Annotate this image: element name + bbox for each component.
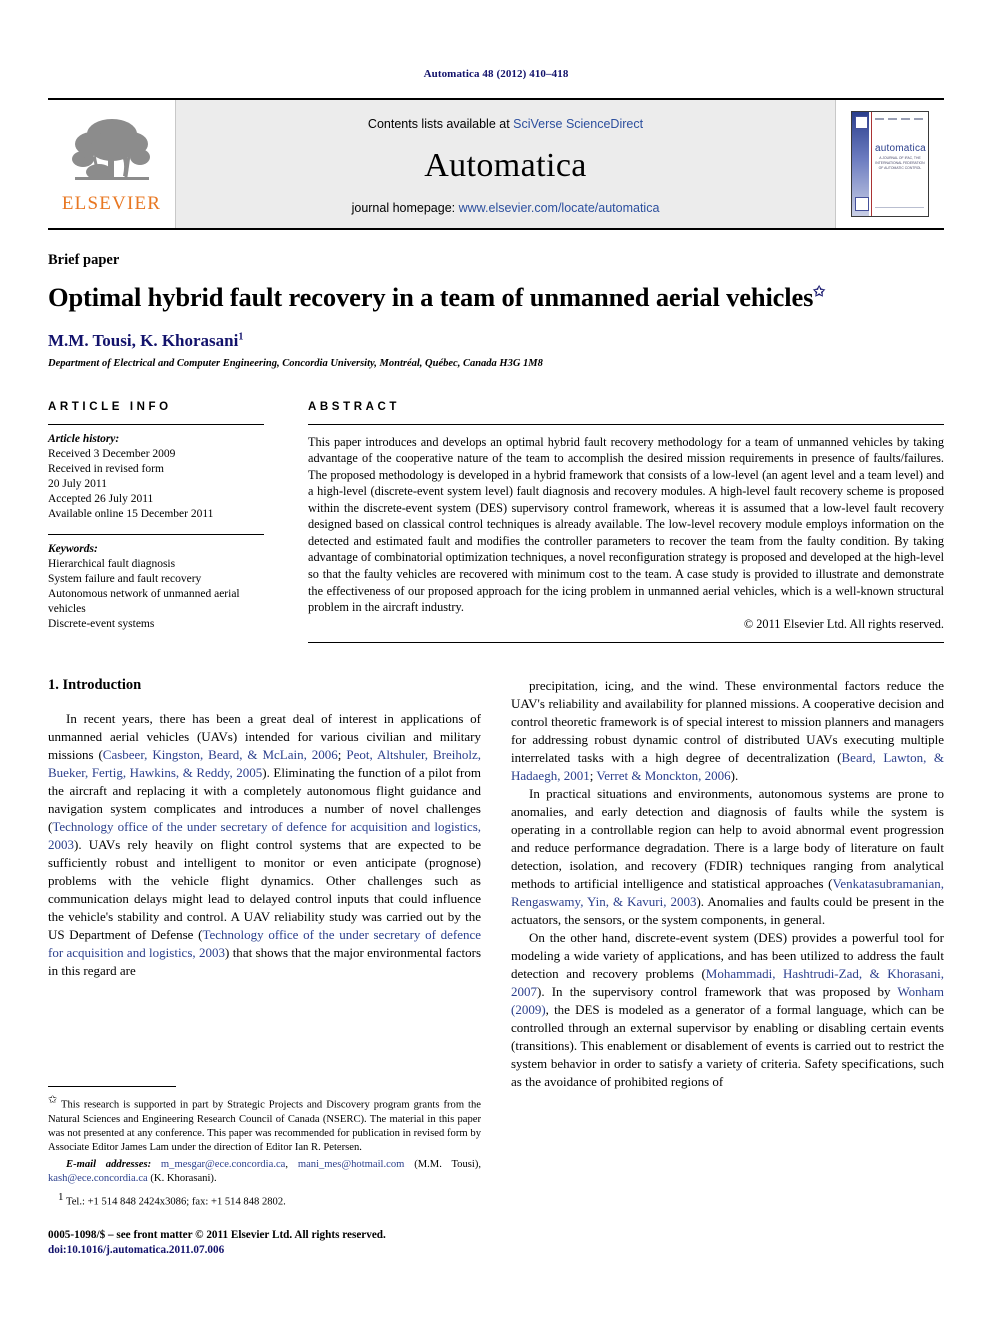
email-attribution-1: (M.M. Tousi),: [414, 1159, 482, 1171]
abstract-column: ABSTRACT This paper introduces and devel…: [290, 401, 944, 643]
issn-copyright-line: 0005-1098/$ – see front matter © 2011 El…: [48, 1229, 386, 1241]
title-footnote-marker[interactable]: ✩: [813, 285, 825, 300]
publisher-logo: ELSEVIER: [48, 100, 176, 228]
body-paragraph: precipitation, icing, and the wind. Thes…: [511, 677, 944, 785]
article-info-label: ARTICLE INFO: [48, 400, 172, 413]
abstract-copyright: © 2011 Elsevier Ltd. All rights reserved…: [743, 616, 944, 631]
footnote-tel-marker: 1: [58, 1190, 64, 1203]
email-link-2[interactable]: mani_mes@hotmail.com: [298, 1159, 405, 1170]
affiliation: Department of Electrical and Computer En…: [48, 357, 543, 369]
title-text: Optimal hybrid fault recovery in a team …: [48, 282, 814, 312]
homepage-prefix: journal homepage:: [351, 201, 459, 215]
body-paragraph: In practical situations and environments…: [511, 785, 944, 929]
contents-available-line: Contents lists available at SciVerse Sci…: [368, 117, 643, 131]
journal-masthead: ELSEVIER Contents lists available at Sci…: [48, 98, 944, 230]
article-page: Automatica 48 (2012) 410–418 ELSEVIER Co…: [0, 0, 992, 1323]
keywords-lines: Hierarchical fault diagnosis System fail…: [48, 558, 240, 631]
footnote-funding: ✩ This research is supported in part by …: [48, 1093, 481, 1155]
body-columns: 1. Introduction In recent years, there h…: [48, 677, 944, 1091]
body-paragraph: On the other hand, discrete-event system…: [511, 929, 944, 1091]
article-history-block: Article history: Received 3 December 200…: [48, 432, 264, 522]
sciencedirect-link[interactable]: SciVerse ScienceDirect: [513, 117, 643, 131]
citation-link[interactable]: Casbeer, Kingston, Beard, & McLain, 2006: [103, 747, 338, 762]
doi-link[interactable]: doi:10.1016/j.automatica.2011.07.006: [48, 1243, 386, 1258]
running-head: Automatica 48 (2012) 410–418: [423, 68, 569, 80]
contents-prefix: Contents lists available at: [367, 117, 514, 131]
abstract-rule: [308, 423, 944, 425]
abstract-label: ABSTRACT: [308, 400, 401, 413]
journal-homepage-line: journal homepage: www.elsevier.com/locat…: [352, 201, 660, 215]
email-attribution-2: (K. Khorasani).: [150, 1173, 217, 1185]
email-link-1[interactable]: m_mesgar@ece.concordia.ca: [161, 1159, 285, 1170]
homepage-url-link[interactable]: www.elsevier.com/locate/automatica: [459, 201, 660, 215]
cover-journal-title: automatica: [875, 143, 926, 154]
article-history-heading: Article history:: [48, 432, 120, 445]
abstract-text: This paper introduces and develops an op…: [308, 434, 944, 615]
author-list: M.M. Tousi, K. Khorasani1: [48, 331, 944, 351]
ifac-logo-icon: [855, 197, 869, 211]
info-abstract-row: ARTICLE INFO Article history: Received 3…: [48, 401, 944, 643]
imprint-block: 0005-1098/$ – see front matter © 2011 El…: [48, 1228, 386, 1258]
email-addresses-label: E-mail addresses:: [66, 1159, 152, 1171]
abstract-bottom-rule: [308, 641, 944, 643]
cover-journal-subtitle: A JOURNAL OF IFAC, THE INTERNATIONAL FED…: [875, 156, 925, 171]
elsevier-tree-icon: [71, 118, 150, 180]
footnote-tel-text: Tel.: +1 514 848 2424x3086; fax: +1 514 …: [65, 1196, 286, 1208]
page-title: Optimal hybrid fault recovery in a team …: [48, 282, 944, 313]
author-footnote-marker[interactable]: 1: [238, 331, 243, 342]
footnote-telephone: 1 Tel.: +1 514 848 2424x3086; fax: +1 51…: [48, 1190, 481, 1210]
footnote-divider: [48, 1086, 176, 1087]
elsevier-wordmark: ELSEVIER: [61, 192, 162, 214]
footnote-funding-text: This research is supported in part by St…: [48, 1099, 481, 1154]
cover-header-rule: [875, 118, 924, 120]
keywords-block: Keywords: Hierarchical fault diagnosis S…: [48, 542, 264, 632]
body-column-left: 1. Introduction In recent years, there h…: [48, 677, 481, 1091]
section-heading-introduction: 1. Introduction: [48, 676, 142, 693]
footnote-star-marker: ✩: [48, 1094, 58, 1106]
footnote-emails: E-mail addresses: m_mesgar@ece.concordia…: [48, 1159, 482, 1185]
body-text: ).: [730, 767, 739, 783]
journal-cover-panel: automatica A JOURNAL OF IFAC, THE INTERN…: [835, 100, 944, 228]
article-type-label: Brief paper: [48, 252, 120, 268]
cover-red-rule: [871, 112, 872, 216]
body-column-right: precipitation, icing, and the wind. Thes…: [511, 677, 944, 1091]
body-text: , the DES is modeled as a generator of a…: [511, 1001, 944, 1089]
cover-logo-box-icon: [855, 116, 868, 129]
body-paragraph: In recent years, there has been a great …: [48, 710, 481, 980]
citation-link[interactable]: Verret & Monckton, 2006: [596, 768, 730, 783]
journal-title: Automatica: [424, 147, 587, 184]
body-text: ). In the supervisory control framework …: [537, 983, 898, 999]
journal-cover-thumbnail: automatica A JOURNAL OF IFAC, THE INTERN…: [851, 111, 929, 217]
keywords-rule: [48, 534, 264, 536]
left-column-paragraphs: In recent years, there has been a great …: [48, 710, 481, 980]
article-info-rule: [48, 423, 264, 425]
keywords-heading: Keywords:: [48, 543, 98, 556]
footnotes-block: ✩ This research is supported in part by …: [48, 1086, 481, 1209]
cover-footer-rule: [875, 207, 924, 208]
masthead-center: Contents lists available at SciVerse Sci…: [176, 100, 835, 228]
right-column-paragraphs: precipitation, icing, and the wind. Thes…: [511, 677, 944, 1091]
author-names[interactable]: M.M. Tousi, K. Khorasani: [48, 331, 238, 350]
email-link-3[interactable]: kash@ece.concordia.ca: [48, 1173, 148, 1184]
article-info-column: ARTICLE INFO Article history: Received 3…: [48, 401, 290, 643]
article-history-lines: Received 3 December 2009 Received in rev…: [48, 447, 214, 521]
